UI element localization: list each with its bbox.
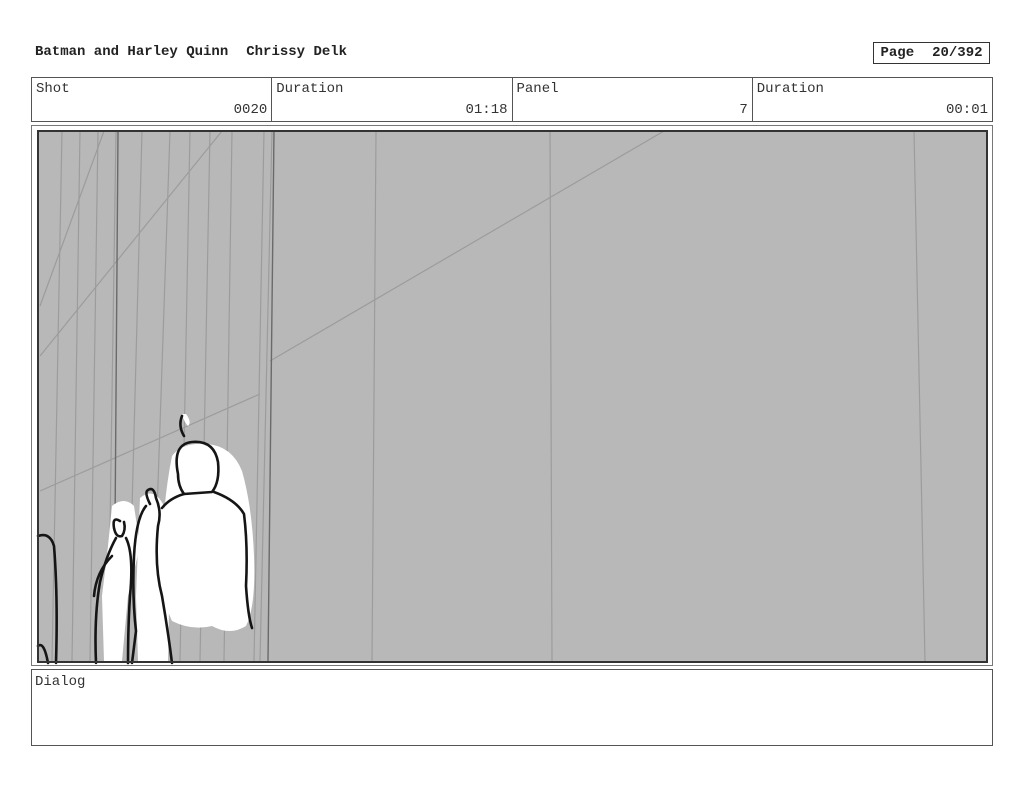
panel-cell: Panel 7 xyxy=(513,78,753,121)
panel-duration-label: Duration xyxy=(756,81,824,97)
shot-label: Shot xyxy=(36,81,70,97)
dialog-box: Dialog xyxy=(31,669,993,746)
panel-duration-cell: Duration 00:01 xyxy=(753,78,992,121)
shot-value: 0020 xyxy=(233,102,268,118)
shot-info-row: Shot 0020 Duration 01:18 Panel 7 Duratio… xyxy=(31,77,993,122)
page-indicator: Page 20/392 xyxy=(873,42,990,64)
shot-duration-label: Duration xyxy=(276,81,344,97)
shot-duration-cell: Duration 01:18 xyxy=(272,78,513,121)
panel-sketch xyxy=(36,130,988,665)
project-title: Batman and Harley Quinn xyxy=(35,44,229,60)
panel-label: Panel xyxy=(516,81,559,97)
page-label: Page xyxy=(880,45,915,61)
shot-duration-value: 01:18 xyxy=(465,102,508,118)
dialog-label: Dialog xyxy=(35,674,86,690)
shot-cell: Shot 0020 xyxy=(32,78,273,121)
panel-value: 7 xyxy=(739,102,748,118)
artist-name: Chrissy Delk xyxy=(246,44,348,60)
storyboard-header: Batman and Harley Quinn Chrissy Delk xyxy=(35,44,347,60)
panel-duration-value: 00:01 xyxy=(945,102,988,118)
page-number: 20/392 xyxy=(932,45,983,61)
storyboard-panel xyxy=(31,125,993,666)
